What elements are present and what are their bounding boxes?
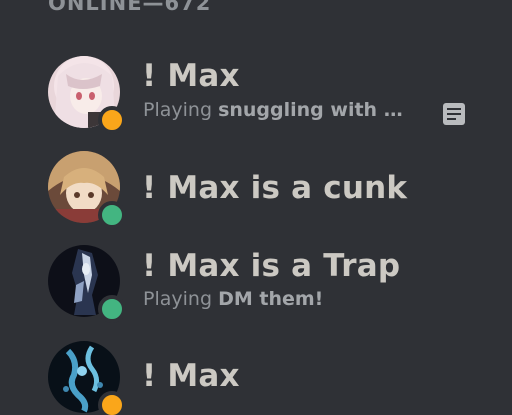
member-item[interactable]: ! Max is a cunk bbox=[0, 150, 512, 240]
member-item[interactable]: ! Max is a Trap Playing DM them! bbox=[0, 243, 512, 333]
notes-icon[interactable] bbox=[443, 103, 465, 125]
member-activity: Playing DM them! bbox=[143, 288, 323, 310]
status-online-indicator bbox=[98, 201, 126, 229]
activity-game: snuggling with g... bbox=[218, 99, 417, 121]
member-item[interactable]: ! Max bbox=[0, 337, 512, 415]
member-name: ! Max bbox=[142, 358, 240, 394]
status-online-indicator bbox=[98, 295, 126, 323]
activity-game: DM them! bbox=[218, 288, 324, 310]
member-name: ! Max is a Trap bbox=[142, 248, 401, 284]
member-activity: Playing snuggling with g... bbox=[143, 99, 416, 121]
avatar-wrap[interactable] bbox=[48, 56, 126, 134]
avatar-wrap[interactable] bbox=[48, 245, 126, 323]
member-name: ! Max bbox=[142, 58, 240, 94]
status-idle-indicator bbox=[98, 391, 126, 415]
member-list-panel: ONLINE—672 ! Max Playing snuggling with … bbox=[0, 0, 512, 415]
section-header-online: ONLINE—672 bbox=[48, 0, 212, 15]
status-idle-indicator bbox=[98, 106, 126, 134]
member-item[interactable]: ! Max Playing snuggling with g... bbox=[0, 52, 512, 142]
activity-prefix: Playing bbox=[143, 99, 213, 121]
avatar-wrap[interactable] bbox=[48, 341, 126, 415]
avatar-wrap[interactable] bbox=[48, 151, 126, 229]
activity-prefix: Playing bbox=[143, 288, 213, 310]
member-name: ! Max is a cunk bbox=[142, 170, 408, 206]
